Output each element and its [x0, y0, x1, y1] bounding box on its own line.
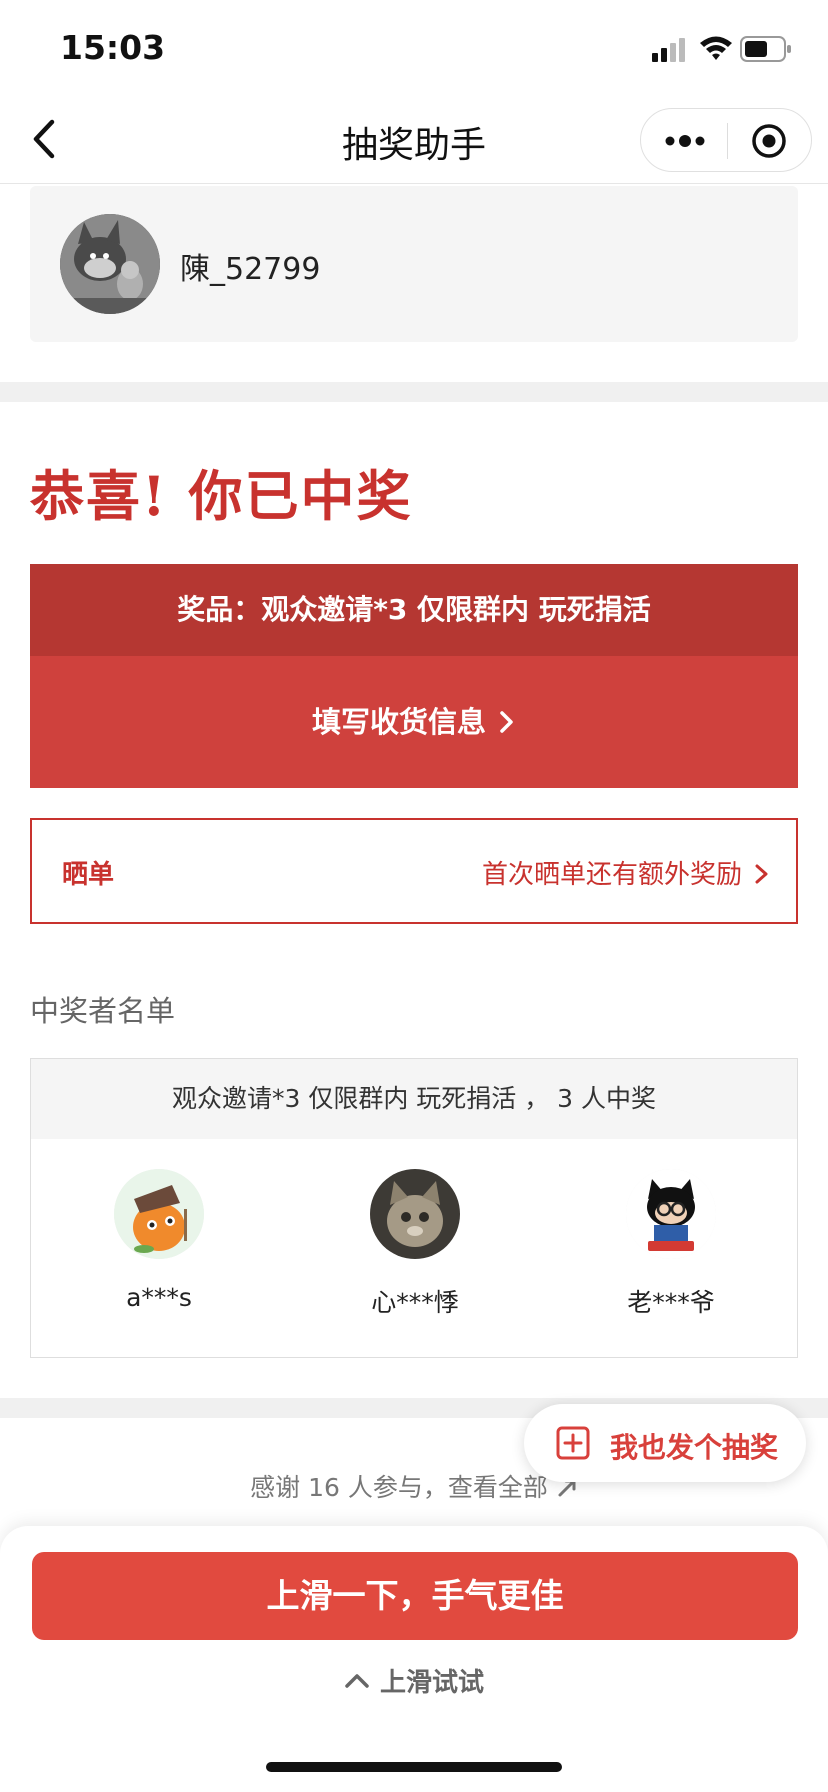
section-separator [0, 382, 828, 402]
winners-summary: 观众邀请*3 仅限群内 玩死捐活 ， 3 人中奖 [31, 1059, 797, 1139]
capsule-divider [727, 123, 728, 159]
status-bar: 15:03 [0, 0, 828, 94]
create-lottery-button[interactable]: 我也发个抽奖 [524, 1404, 806, 1482]
swipe-up-button[interactable]: 上滑一下，手气更佳 [32, 1552, 798, 1640]
signal-icon [652, 38, 685, 62]
winners-heading: 中奖者名单 [30, 994, 176, 1028]
share-order-hint-text: 首次晒单还有额外奖励 [481, 860, 742, 890]
home-indicator [266, 1762, 562, 1772]
congrats-title: 恭喜! 你已中奖 [30, 464, 413, 528]
winner-avatar [370, 1169, 460, 1259]
share-order-hint: 首次晒单还有额外奖励 [482, 854, 770, 891]
share-order-row[interactable]: 晒单 首次晒单还有额外奖励 [30, 818, 798, 924]
wifi-icon [700, 36, 732, 60]
user-avatar [60, 214, 160, 314]
swipe-up-hint-text: 上滑试试 [379, 1668, 484, 1698]
chevron-right-icon [500, 711, 513, 733]
fill-shipping-info-button[interactable]: 填写收货信息 [30, 656, 798, 788]
winner-name: 老***爷 [627, 1288, 715, 1317]
add-square-icon [556, 1426, 590, 1460]
winner-avatar [114, 1169, 204, 1259]
winner-name: a***s [126, 1283, 192, 1312]
battery-icon [740, 36, 791, 62]
nav-bar: 抽奖助手 [0, 94, 828, 184]
winner-avatar [626, 1169, 716, 1259]
bottom-sheet: 上滑一下，手气更佳 上滑试试 [0, 1526, 828, 1792]
fill-shipping-info-label: 填写收货信息 [311, 705, 486, 739]
chevron-right-icon [755, 864, 768, 884]
chevron-up-icon [345, 1674, 369, 1688]
winners-list: 观众邀请*3 仅限群内 玩死捐活 ， 3 人中奖 a***s 心***悸 老**… [30, 1058, 798, 1358]
close-target-icon[interactable] [751, 123, 787, 159]
participants-text: 感谢 16 人参与，查看全部 [250, 1473, 548, 1502]
winner-item[interactable]: 心***悸 [315, 1169, 515, 1319]
more-icon[interactable] [663, 129, 707, 153]
lottery-result-page: 15:03 抽奖助手 陳_52799 恭喜! 你已中奖 奖品：观众邀请*3 仅限… [0, 0, 828, 1792]
winner-item[interactable]: 老***爷 [571, 1169, 771, 1319]
prize-header: 奖品：观众邀请*3 仅限群内 玩死捐活 [30, 564, 798, 656]
swipe-up-hint[interactable]: 上滑试试 [0, 1662, 828, 1699]
user-name: 陳_52799 [180, 252, 321, 287]
winner-name: 心***悸 [371, 1288, 459, 1317]
create-lottery-label: 我也发个抽奖 [610, 1431, 779, 1464]
mini-program-capsule [640, 108, 812, 172]
user-card: 陳_52799 [30, 186, 798, 342]
status-time: 15:03 [60, 28, 166, 67]
prize-block: 奖品：观众邀请*3 仅限群内 玩死捐活 填写收货信息 [30, 564, 798, 788]
share-order-label: 晒单 [62, 860, 115, 890]
winner-item[interactable]: a***s [59, 1169, 259, 1312]
